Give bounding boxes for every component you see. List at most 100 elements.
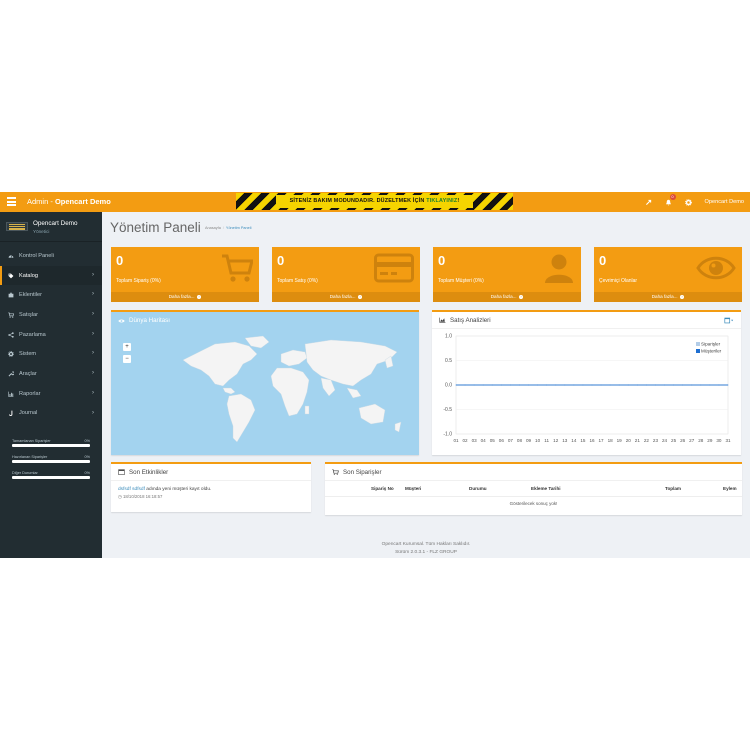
footer-version: Sürüm 2.0.3.1 - FLZ GROUP — [395, 550, 457, 555]
tile-more-link[interactable]: Daha fazla... › — [433, 292, 581, 302]
col-status: Durumu — [469, 481, 531, 497]
tile-more-link[interactable]: Daha fazla... › — [272, 292, 420, 302]
calendar-dropdown-icon[interactable] — [724, 317, 734, 324]
shopping-cart-icon — [221, 253, 253, 283]
tile-label: Toplam Sipariş (0%) — [116, 278, 161, 284]
progress-processing: Hazırlanan Siparişler 0% — [12, 455, 90, 464]
progress-bar — [12, 444, 90, 448]
x-tick-label: 01 — [453, 438, 459, 443]
sidebar-item-marketing[interactable]: Pazarlama › — [0, 325, 102, 345]
page-title: Yönetim Paneli — [110, 220, 201, 235]
tile-total-orders: 0 Toplam Sipariş (0%) Daha fazla... › — [111, 247, 259, 302]
x-tick-label: 11 — [544, 438, 549, 443]
footer: Opencart Kurumsal. Tüm Hakları Saklıdır.… — [102, 541, 750, 557]
tile-total-sales: 0 Toplam Satış (0%) Daha fazla... › — [272, 247, 420, 302]
sidebar-item-extensions[interactable]: Eklentiler › — [0, 285, 102, 305]
brand-name: Opencart Demo — [54, 197, 111, 206]
data-point — [682, 384, 684, 386]
data-point — [727, 384, 729, 386]
menu-toggle-icon[interactable] — [7, 197, 16, 206]
x-tick-label: 06 — [499, 438, 505, 443]
data-point — [455, 384, 457, 386]
x-tick-label: 13 — [562, 438, 568, 443]
x-tick-label: 08 — [517, 438, 523, 443]
y-tick-label: -0.5 — [443, 407, 452, 413]
header-tools: 0 Opencart Demo — [639, 192, 744, 212]
tile-more-link[interactable]: Daha fazla... › — [594, 292, 742, 302]
x-tick-label: 31 — [725, 438, 731, 443]
activity-header: Son Etkinlikler — [111, 464, 311, 481]
tile-total-customers: 0 Toplam Müşteri (0%) Daha fazla... › — [433, 247, 581, 302]
data-point — [718, 384, 720, 386]
x-tick-label: 20 — [626, 438, 632, 443]
activity-text: adında yeni müşteri kayıt oldu. — [144, 487, 212, 492]
arrow-circle-right-icon: › — [679, 294, 685, 300]
data-point — [482, 384, 484, 386]
activity-time: ◷ 18/10/2018 16:18:57 — [118, 494, 163, 499]
zoom-in-button[interactable]: + — [123, 343, 131, 351]
zoom-out-button[interactable]: − — [123, 355, 131, 363]
chevron-right-icon: › — [92, 350, 94, 357]
world-map-panel: Dünya Haritası + − — [111, 310, 419, 455]
sidebar-item-label: Sistem — [19, 351, 37, 358]
gear-icon[interactable] — [679, 192, 699, 212]
sidebar: Opencart Demo Yönetici Kontrol Paneli Ka… — [0, 212, 102, 558]
data-point — [510, 384, 511, 386]
progress-value: 0% — [84, 439, 91, 444]
main-content: Yönetim Paneli Anasayfa / Yönetim Paneli 0… — [102, 212, 750, 558]
x-tick-label: 27 — [689, 438, 695, 443]
y-tick-label: 1.0 — [445, 334, 452, 340]
sidebar-item-label: Katalog — [19, 272, 38, 279]
progress-bar — [12, 476, 90, 480]
customer-link[interactable]: dsfsdf sdfsdf — [118, 487, 145, 492]
user-menu[interactable]: Opencart Demo — [705, 199, 744, 205]
map-title: Dünya Haritası — [129, 317, 170, 324]
sidebar-item-reports[interactable]: Raporlar › — [0, 384, 102, 404]
sidebar-item-sales[interactable]: Satışlar › — [0, 305, 102, 325]
sidebar-item-tools[interactable]: Araçlar › — [0, 364, 102, 384]
x-tick-label: 18 — [608, 438, 614, 443]
sidebar-item-system[interactable]: Sistem › — [0, 344, 102, 364]
progress-completed: Tamamlanan Siparişler 0% — [12, 439, 91, 448]
sidebar-item-label: Araçlar — [19, 370, 37, 377]
link-icon[interactable] — [639, 192, 659, 212]
wrench-icon — [8, 371, 14, 377]
tile-value: 0 — [599, 253, 607, 268]
x-tick-label: 30 — [716, 438, 722, 443]
data-point — [528, 384, 529, 386]
x-tick-label: 15 — [580, 438, 586, 443]
x-tick-label: 21 — [635, 438, 641, 443]
x-tick-label: 16 — [589, 438, 595, 443]
x-tick-label: 25 — [671, 438, 677, 443]
breadcrumb-home[interactable]: Anasayfa — [205, 226, 221, 230]
data-point — [500, 384, 502, 386]
sidebar-item-label: Kontrol Paneli — [19, 252, 54, 259]
sidebar-item-dashboard[interactable]: Kontrol Paneli — [0, 246, 102, 266]
data-point — [627, 384, 629, 386]
tile-more-link[interactable]: Daha fazla... › — [111, 292, 259, 302]
breadcrumb-current[interactable]: Yönetim Paneli — [226, 226, 252, 230]
notification-badge: 0 — [669, 194, 676, 200]
more-label: Daha fazla... — [168, 294, 195, 299]
sidebar-item-label: Eklentiler — [19, 292, 43, 299]
data-point — [537, 384, 538, 386]
maintenance-banner[interactable]: SİTENİZ BAKIM MODUNDADIR. DÜZELTMEK İÇİN… — [236, 193, 513, 210]
data-point — [664, 384, 665, 386]
chevron-right-icon: › — [92, 389, 94, 396]
activity-timestamp: 18/10/2018 16:18:57 — [122, 494, 163, 499]
x-tick-label: 23 — [653, 438, 659, 443]
tile-label: Toplam Müşteri (0%) — [438, 278, 484, 284]
x-tick-label: 10 — [535, 438, 541, 443]
bell-icon[interactable]: 0 — [659, 192, 679, 212]
x-tick-label: 03 — [472, 438, 478, 443]
sidebar-item-catalog[interactable]: Katalog › — [0, 265, 102, 286]
maintenance-link[interactable]: TIKLAYINIZ — [426, 198, 457, 204]
data-point — [582, 384, 584, 386]
calendar-icon — [118, 469, 125, 475]
world-map[interactable] — [171, 334, 411, 452]
puzzle-icon — [8, 292, 14, 298]
brand[interactable]: Admin - Opencart Demo — [27, 197, 111, 206]
sidebar-item-journal[interactable]: Journal › — [0, 404, 102, 424]
dashboard-icon — [8, 253, 14, 259]
tile-value: 0 — [116, 253, 124, 268]
